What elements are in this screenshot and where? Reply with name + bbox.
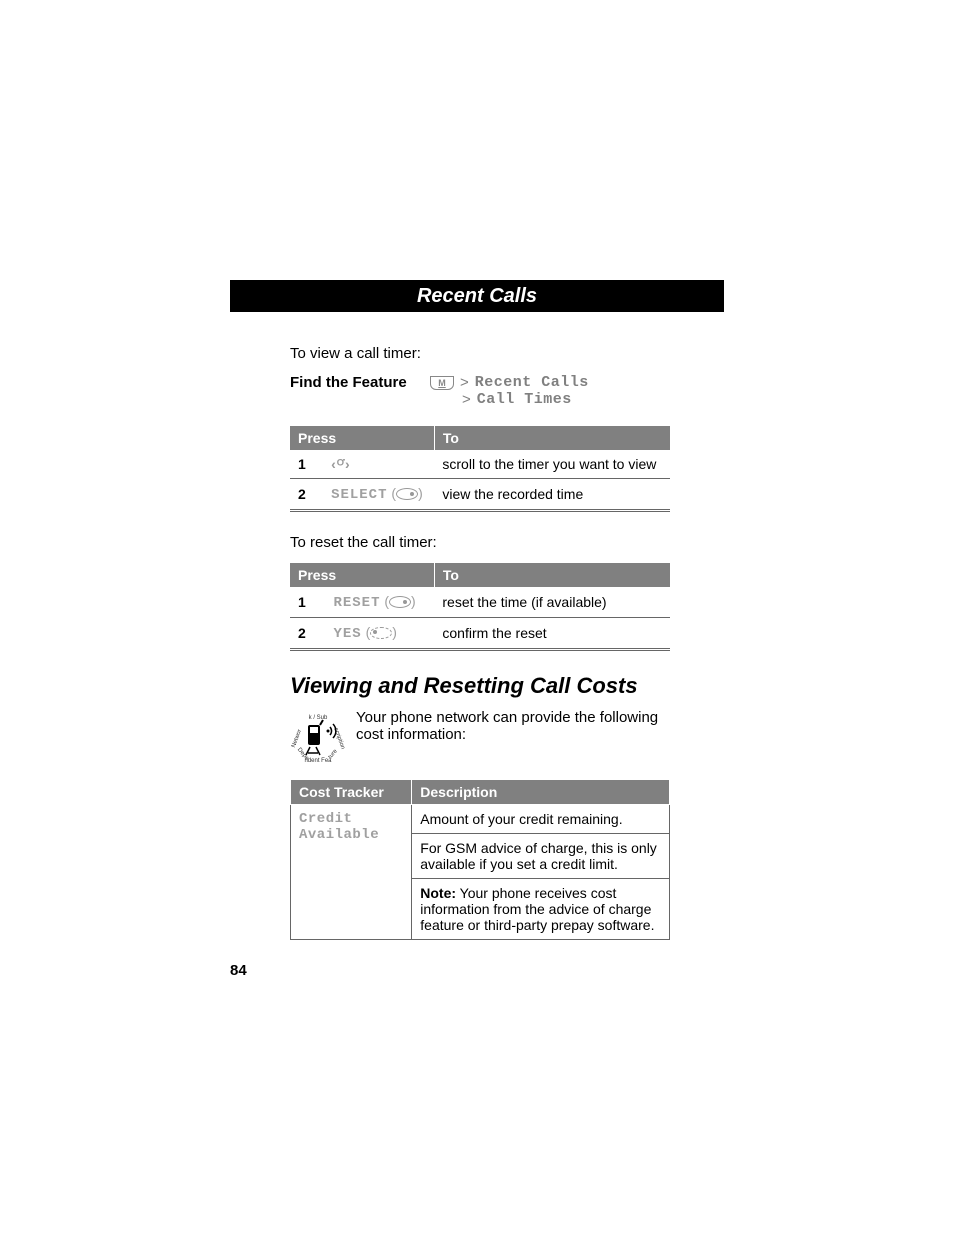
step-desc: scroll to the timer you want to view — [434, 450, 670, 479]
view-timer-table: Press To 1 ‹ᴼ̇› scroll to the timer you … — [290, 426, 670, 512]
col-to: To — [434, 426, 670, 450]
note-text: Your phone receives cost information fro… — [420, 885, 654, 933]
desc-cell-3: Note: Your phone receives cost informati… — [412, 879, 670, 940]
table-row: 1 RESET () reset the time (if available) — [290, 587, 670, 618]
right-softkey-icon — [396, 488, 418, 500]
section-heading: Viewing and Resetting Call Costs — [290, 673, 670, 699]
desc-gsm-advice: For GSM advice of charge, this is only a… — [420, 840, 661, 872]
feature-path-line-2: > Call Times — [430, 391, 589, 408]
desc-credit-remaining: Amount of your credit remaining. — [420, 811, 661, 827]
tracker-line2: Available — [299, 827, 379, 843]
softkey-yes: YES — [333, 626, 361, 642]
table-row: 2 SELECT () view the recorded time — [290, 479, 670, 511]
softkey-select: SELECT — [331, 487, 387, 503]
table-header-row: Press To — [290, 426, 670, 450]
intro-reset-timer: To reset the call timer: — [290, 534, 670, 551]
feature-path: M > Recent Calls > Call Times — [430, 374, 589, 408]
step-number: 2 — [298, 486, 314, 502]
col-to: To — [434, 563, 670, 587]
network-dependent-icon: k / Sub Networ scription ndent Fea Depe … — [290, 709, 346, 765]
menu-recent-calls: Recent Calls — [475, 374, 589, 391]
header-bar: Recent Calls — [230, 280, 724, 312]
svg-text:k / Sub: k / Sub — [309, 715, 328, 721]
note-label: Note: — [420, 885, 456, 901]
table-header-row: Cost Tracker Description — [291, 780, 670, 805]
gt-icon: > — [460, 374, 469, 391]
table-row: 2 YES () confirm the reset — [290, 618, 670, 650]
softkey-reset: RESET — [333, 595, 380, 611]
menu-key-icon: M — [430, 376, 454, 390]
left-softkey-icon — [370, 627, 392, 639]
step-number: 2 — [298, 625, 314, 641]
feature-path-line-1: M > Recent Calls — [430, 374, 589, 391]
step-desc: confirm the reset — [434, 618, 670, 650]
intro-view-timer: To view a call timer: — [290, 345, 670, 362]
desc-cell-1: Amount of your credit remaining. — [412, 805, 670, 834]
step-desc: view the recorded time — [434, 479, 670, 511]
desc-cell-2: For GSM advice of charge, this is only a… — [412, 834, 670, 879]
table-row: Credit Available Amount of your credit r… — [291, 805, 670, 834]
col-press: Press — [290, 563, 434, 587]
network-text: Your phone network can provide the follo… — [356, 709, 670, 743]
col-cost-tracker: Cost Tracker — [291, 780, 412, 805]
col-press: Press — [290, 426, 434, 450]
desc-note: Note: Your phone receives cost informati… — [420, 885, 661, 933]
page-number: 84 — [230, 962, 247, 979]
header-title: Recent Calls — [417, 285, 537, 308]
svg-text:scription: scription — [332, 727, 345, 750]
menu-call-times: Call Times — [477, 391, 572, 408]
col-description: Description — [412, 780, 670, 805]
gt-icon: > — [462, 391, 471, 408]
svg-text:Networ: Networ — [291, 729, 303, 749]
svg-text:ndent Fea: ndent Fea — [304, 758, 332, 764]
reset-timer-table: Press To 1 RESET () reset the time (if a… — [290, 563, 670, 651]
table-row: 1 ‹ᴼ̇› scroll to the timer you want to v… — [290, 450, 670, 479]
network-feature-row: k / Sub Networ scription ndent Fea Depe … — [290, 709, 670, 765]
step-number: 1 — [298, 594, 314, 610]
svg-text:ture: ture — [328, 748, 340, 760]
cost-tracker-table: Cost Tracker Description Credit Availabl… — [290, 779, 670, 940]
tracker-line1: Credit — [299, 811, 352, 827]
cost-tracker-name: Credit Available — [291, 805, 412, 940]
step-number: 1 — [298, 456, 314, 472]
nav-key-icon: ‹ᴼ̇› — [331, 456, 351, 472]
find-feature-row: Find the Feature M > Recent Calls > Call… — [290, 374, 670, 408]
page: Recent Calls To view a call timer: Find … — [0, 0, 954, 1235]
content-area: To view a call timer: Find the Feature M… — [290, 345, 670, 940]
find-feature-label: Find the Feature — [290, 374, 430, 391]
right-softkey-icon — [389, 596, 411, 608]
table-header-row: Press To — [290, 563, 670, 587]
step-desc: reset the time (if available) — [434, 587, 670, 618]
